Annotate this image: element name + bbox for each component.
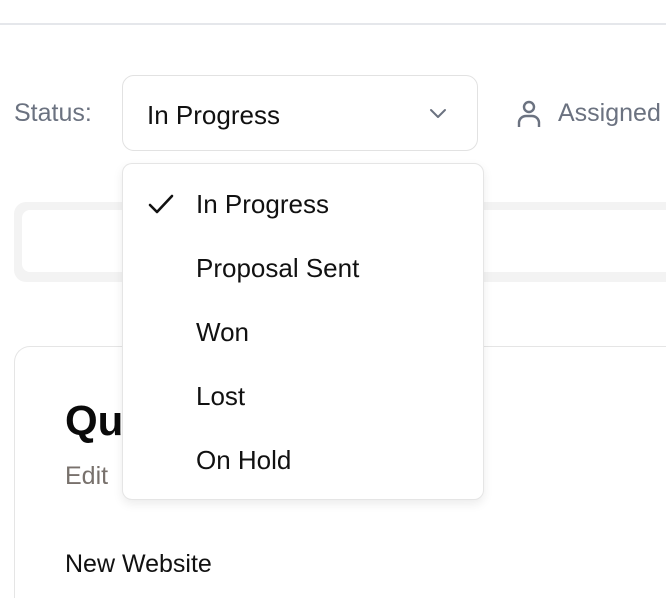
status-select-value: In Progress: [147, 100, 280, 130]
option-lost[interactable]: Lost: [123, 365, 483, 429]
option-proposal-sent[interactable]: Proposal Sent: [123, 237, 483, 301]
header-divider: [0, 23, 666, 25]
option-label: Lost: [196, 381, 246, 411]
assignee-label: Assigned: [558, 99, 661, 127]
option-won[interactable]: Won: [123, 301, 483, 365]
option-label: Won: [196, 317, 249, 347]
option-label: On Hold: [196, 445, 292, 475]
option-label: In Progress: [196, 189, 329, 219]
check-icon: [148, 194, 174, 214]
assignee-filter[interactable]: Assigned: [516, 99, 661, 128]
status-dropdown-menu: In Progress Proposal Sent Won Lost On Ho…: [122, 163, 484, 500]
card-title: Qu: [65, 397, 124, 444]
status-select[interactable]: In Progress: [122, 75, 478, 151]
option-label: Proposal Sent: [196, 253, 360, 283]
status-label: Status:: [14, 99, 92, 127]
deal-name: New Website: [65, 550, 212, 578]
edit-link[interactable]: Edit: [65, 462, 108, 491]
option-in-progress[interactable]: In Progress: [123, 173, 483, 237]
chevron-down-icon: [430, 109, 446, 118]
user-icon: [517, 100, 541, 127]
option-on-hold[interactable]: On Hold: [123, 429, 483, 493]
